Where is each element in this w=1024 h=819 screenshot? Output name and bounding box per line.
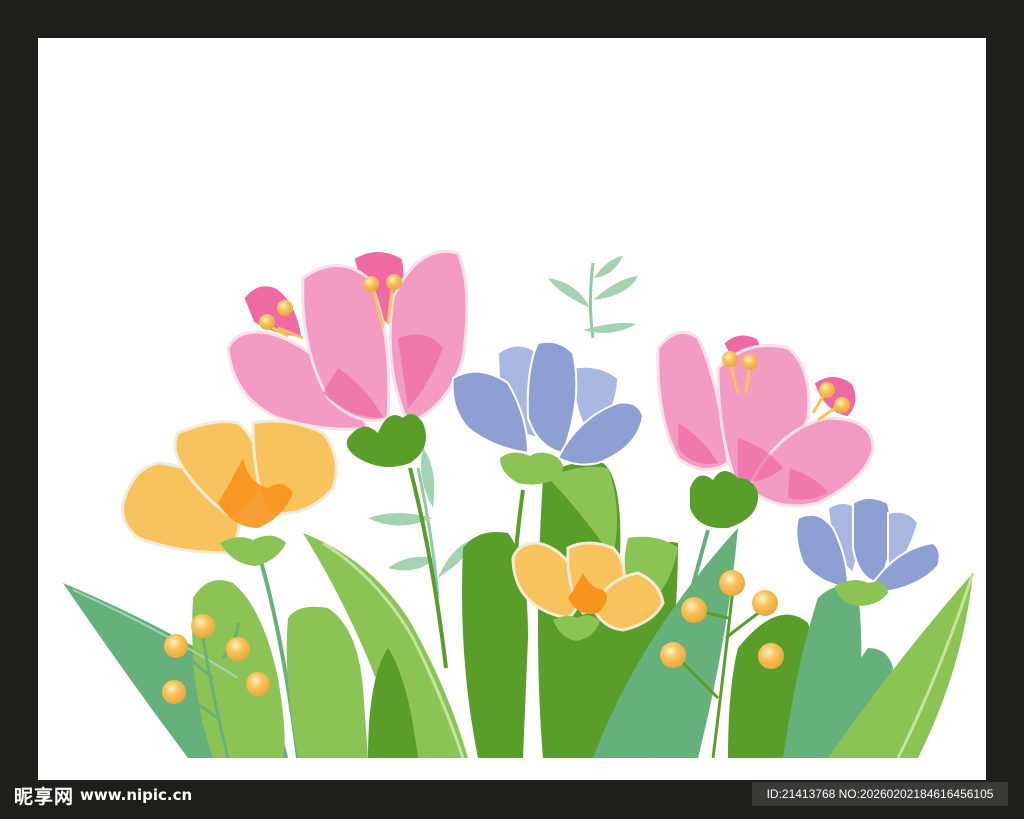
berry-icon <box>191 614 215 638</box>
berry-icon <box>164 634 188 658</box>
berry-icon <box>752 590 778 616</box>
watermark-logo: 昵享网 www.nipic.cn <box>14 783 193 808</box>
flower-illustration <box>63 249 975 759</box>
berry-icon <box>162 680 186 704</box>
berry-icon <box>719 570 745 596</box>
watermark-brand: 昵享网 <box>14 785 75 808</box>
pink-tulip-right <box>656 330 875 529</box>
illustration-canvas <box>38 38 986 780</box>
berry-icon <box>226 637 250 661</box>
berry-icon <box>246 672 270 696</box>
blue-flower-right <box>795 497 941 606</box>
yellow-flower-left <box>121 419 338 566</box>
berry-icon <box>660 642 686 668</box>
watermark-id: ID:21413768 NO:20260202184616456105 <box>752 782 1008 806</box>
berry-icon <box>681 597 707 623</box>
watermark-url: www.nipic.cn <box>80 786 193 804</box>
blue-flower-center <box>451 340 645 485</box>
berry-icon <box>758 643 784 669</box>
